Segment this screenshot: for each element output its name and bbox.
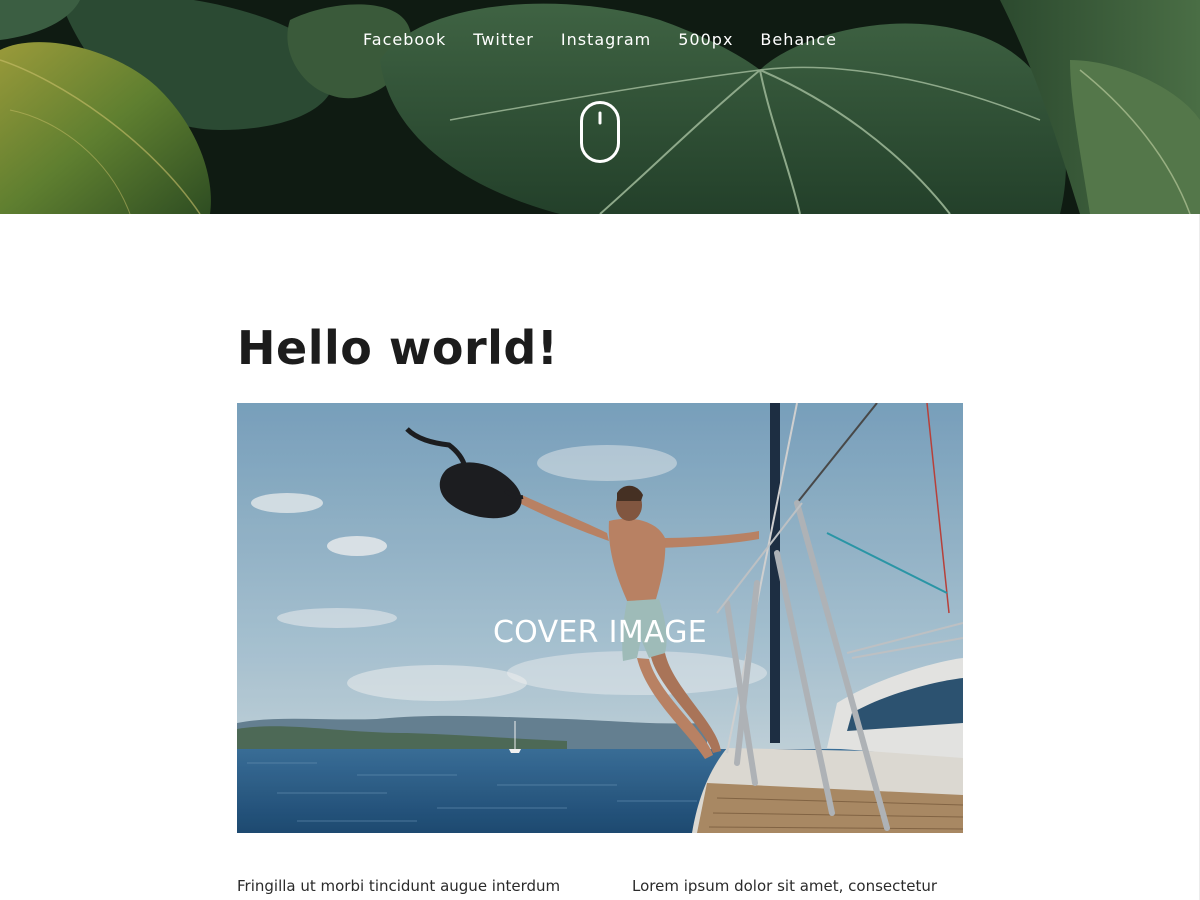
mouse-icon[interactable] xyxy=(580,101,620,163)
social-link-500px[interactable]: 500px xyxy=(678,29,733,51)
social-nav: Facebook Twitter Instagram 500px Behance xyxy=(0,29,1200,51)
cover-image-label: COVER IMAGE xyxy=(492,615,708,650)
cover-image[interactable]: COVER IMAGE xyxy=(237,403,963,833)
social-link-instagram[interactable]: Instagram xyxy=(561,29,651,51)
social-link-facebook[interactable]: Facebook xyxy=(363,29,446,51)
social-link-twitter[interactable]: Twitter xyxy=(473,29,534,51)
post-excerpt: Fringilla ut morbi tincidunt augue inter… xyxy=(237,876,963,896)
social-link-behance[interactable]: Behance xyxy=(760,29,837,51)
post-content: Hello world! COVER IMAGE Fringilla ut mo… xyxy=(237,214,963,895)
post-title[interactable]: Hello world! xyxy=(237,318,963,378)
hero-header: Facebook Twitter Instagram 500px Behance xyxy=(0,0,1200,214)
excerpt-column-left: Fringilla ut morbi tincidunt augue inter… xyxy=(237,877,561,895)
excerpt-column-right: Lorem ipsum dolor sit amet, consectetur xyxy=(632,877,938,895)
